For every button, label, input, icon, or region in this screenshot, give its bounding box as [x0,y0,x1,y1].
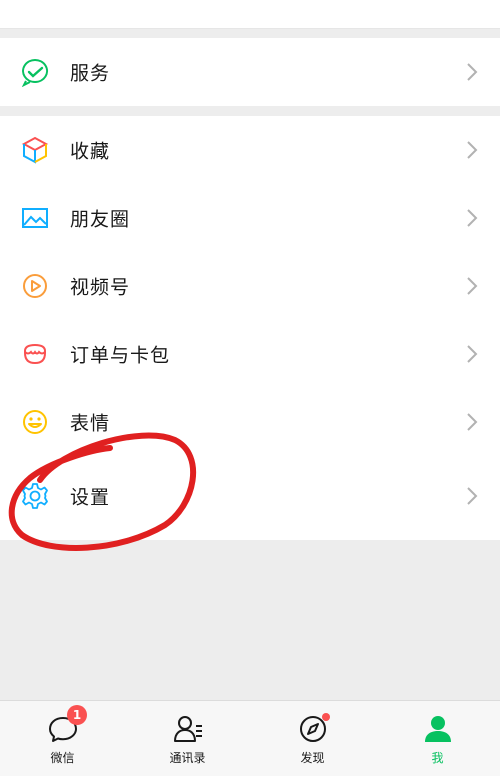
chevron-right-icon [466,412,478,432]
menu-item-label: 设置 [70,486,111,509]
chevron-right-icon [466,208,478,228]
tab-bar: 1 微信 通讯录 发现 我 [0,700,500,776]
tab-discover[interactable]: 发现 [250,701,375,776]
orders-cards-icon [20,339,50,369]
me-person-icon [422,713,454,745]
menu-item-label: 表情 [70,412,111,435]
menu-item-channels[interactable]: 视频号 [0,252,500,320]
chevron-right-icon [466,140,478,160]
menu-item-label: 订单与卡包 [70,344,171,367]
menu-item-label: 服务 [70,62,111,85]
menu-item-settings[interactable]: 设置 [0,462,500,530]
menu-item-stickers[interactable]: 表情 [0,388,500,456]
tab-label: 通讯录 [169,751,206,765]
unread-badge: 1 [67,705,87,725]
chevron-right-icon [466,276,478,296]
menu-item-moments[interactable]: 朋友圈 [0,184,500,252]
menu-item-label: 视频号 [70,276,131,299]
sticker-smiley-icon [20,407,50,437]
menu-item-label: 朋友圈 [70,208,131,231]
menu-item-label: 收藏 [70,140,111,163]
tab-contacts[interactable]: 通讯录 [125,701,250,776]
tab-label: 我 [431,751,444,765]
top-strip [0,0,500,29]
favorites-cube-icon [20,135,50,165]
contacts-icon [172,713,204,745]
menu-item-service[interactable]: 服务 [0,38,500,106]
tab-me[interactable]: 我 [375,701,500,776]
moments-image-icon [20,203,50,233]
chevron-right-icon [466,344,478,364]
service-icon [20,57,50,87]
tab-label: 微信 [50,751,75,765]
tab-label: 发现 [300,751,325,765]
channels-play-icon [20,271,50,301]
menu-card: 收藏 朋友圈 视频号 订单与卡包 表情 设置 [0,116,500,540]
chevron-right-icon [466,486,478,506]
settings-gear-icon [20,481,50,511]
menu-item-favorites[interactable]: 收藏 [0,116,500,184]
tab-chats[interactable]: 1 微信 [0,701,125,776]
service-card: 服务 [0,38,500,106]
menu-item-orders-cards[interactable]: 订单与卡包 [0,320,500,388]
chevron-right-icon [466,62,478,82]
new-dot-indicator [322,713,330,721]
